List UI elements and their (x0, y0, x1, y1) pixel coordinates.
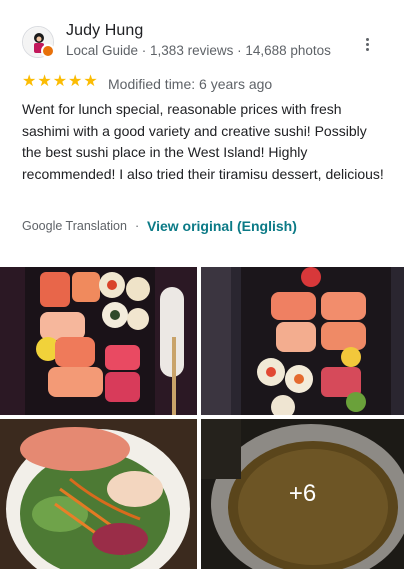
review-photo[interactable] (0, 419, 197, 569)
more-photos-count: +6 (201, 419, 404, 569)
review-text: Went for lunch special, reasonable price… (22, 101, 384, 182)
more-options-dot-icon (365, 47, 369, 51)
reviewer-name[interactable]: Judy Hung (66, 22, 143, 40)
view-original-link[interactable]: View original (English) (147, 218, 297, 234)
star-icon: ★ (83, 73, 98, 90)
review-photo[interactable] (201, 267, 404, 415)
star-icon: ★ (22, 73, 37, 90)
review-photo-more[interactable]: +6 (201, 419, 404, 569)
star-rating: ★ ★ ★ ★ ★ (22, 74, 98, 90)
review-card: Judy Hung Local Guide · 1,383 reviews · … (0, 0, 404, 569)
modified-time: Modified time: 6 years ago (108, 76, 273, 92)
star-icon: ★ (68, 73, 83, 90)
more-options-dot-icon (365, 37, 369, 41)
reviewer-meta: Local Guide · 1,383 reviews · 14,688 pho… (66, 43, 331, 58)
more-options-dot-icon (365, 42, 369, 46)
separator: · (135, 219, 140, 233)
star-icon: ★ (37, 73, 52, 90)
review-photo[interactable] (0, 267, 197, 415)
local-guide-badge-icon (41, 44, 55, 58)
star-icon: ★ (52, 73, 68, 90)
translation-label: Google Translation (22, 219, 127, 233)
more-options-button[interactable] (356, 33, 378, 55)
